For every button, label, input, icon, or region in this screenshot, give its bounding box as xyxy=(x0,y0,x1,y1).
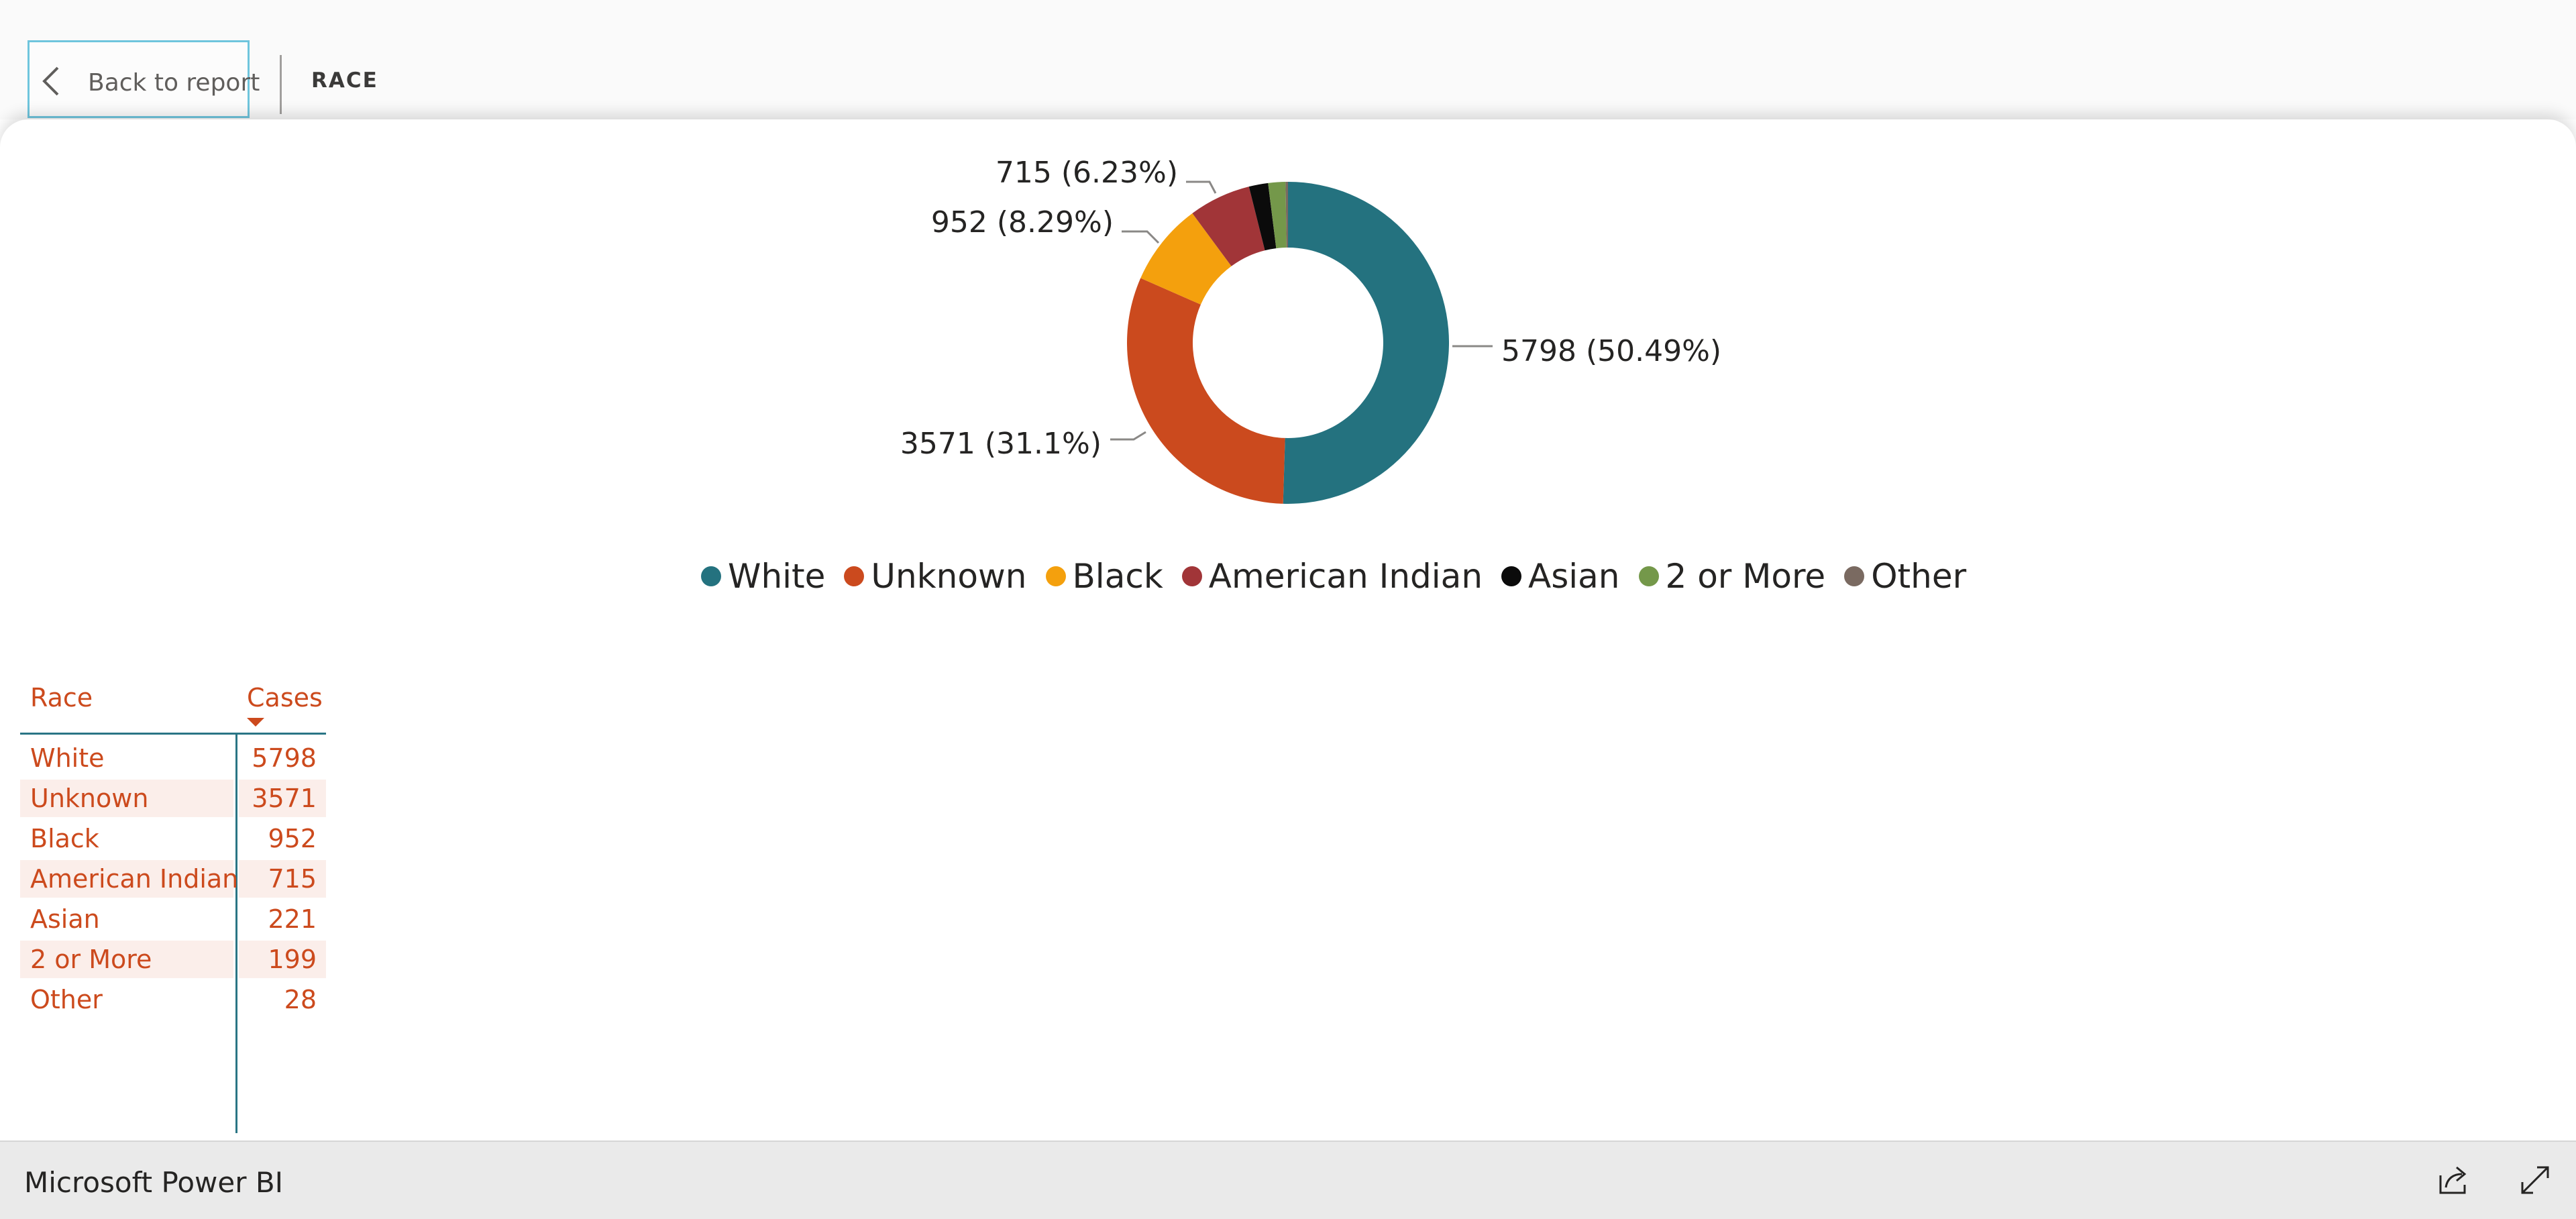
cell-cases: 28 xyxy=(284,985,317,1014)
cell-race: 2 or More xyxy=(30,945,152,974)
column-header-cases[interactable]: Cases xyxy=(247,683,323,712)
data-label-unknown: 3571 (31.1%) xyxy=(900,427,1102,461)
legend-item-asian[interactable]: Asian xyxy=(1501,557,1620,596)
power-bi-brand: Microsoft Power BI xyxy=(24,1166,284,1199)
data-label-american-indian: 715 (6.23%) xyxy=(996,156,1178,190)
donut-slice-unknown[interactable] xyxy=(1126,278,1285,504)
donut-slice-white[interactable] xyxy=(1283,182,1450,504)
legend-item-black[interactable]: Black xyxy=(1045,557,1163,596)
cell-race: American Indian xyxy=(30,864,239,894)
chart-legend: White Unknown Black American Indian Asian 2 o… xyxy=(701,557,1985,596)
legend-label: Unknown xyxy=(871,557,1027,596)
table-row[interactable]: Asian 221 xyxy=(20,900,326,941)
cell-cases: 5798 xyxy=(252,743,317,773)
cell-cases: 199 xyxy=(268,945,317,974)
table-row[interactable]: Unknown 3571 xyxy=(20,780,326,820)
legend-label: White xyxy=(728,557,826,596)
legend-marker xyxy=(1501,566,1522,586)
table-row[interactable]: American Indian 715 xyxy=(20,860,326,900)
column-header-race[interactable]: Race xyxy=(30,683,93,712)
footer-bar: Microsoft Power BI xyxy=(0,1141,2576,1219)
legend-item-american-indian[interactable]: American Indian xyxy=(1181,557,1483,596)
legend-marker xyxy=(1638,566,1659,586)
cell-race: Asian xyxy=(30,904,100,934)
legend-item-white[interactable]: White xyxy=(701,557,825,596)
table-row[interactable]: Black 952 xyxy=(20,820,326,860)
cell-race: Other xyxy=(30,985,103,1014)
header-underline xyxy=(20,733,326,735)
cell-race: Unknown xyxy=(30,784,149,813)
legend-marker xyxy=(1844,566,1865,586)
cell-race: Black xyxy=(30,824,99,853)
sort-descending-icon xyxy=(247,718,264,727)
legend-item-unknown[interactable]: Unknown xyxy=(844,557,1027,596)
legend-item-2-or-more[interactable]: 2 or More xyxy=(1638,557,1826,596)
page-title: RACE xyxy=(311,68,378,93)
share-icon[interactable] xyxy=(2435,1162,2471,1198)
back-to-report-button[interactable]: Back to report xyxy=(28,40,260,118)
legend-label: Black xyxy=(1072,557,1163,596)
cell-cases: 952 xyxy=(268,824,317,853)
legend-label: 2 or More xyxy=(1665,557,1826,596)
legend-marker xyxy=(1181,566,1202,586)
donut-chart: 5798 (50.49%) 3571 (31.1%) 952 (8.29%) 715 … xyxy=(900,156,1721,504)
back-to-report-label: Back to report xyxy=(88,69,260,97)
cell-race: White xyxy=(30,743,105,773)
table-row[interactable]: Other 28 xyxy=(20,981,326,1021)
cell-cases: 715 xyxy=(268,864,317,894)
legend-label: Asian xyxy=(1528,557,1620,596)
cell-cases: 3571 xyxy=(252,784,317,813)
leader-line-black xyxy=(1122,230,1160,244)
legend-marker xyxy=(1045,566,1066,586)
table-body: White 5798 Unknown 3571 Black 952 American Ind… xyxy=(20,739,326,1021)
header-divider xyxy=(280,55,282,114)
leader-line-american-indian xyxy=(1186,180,1217,194)
legend-label: Other xyxy=(1871,557,1967,596)
legend-marker xyxy=(701,566,721,586)
cell-cases: 221 xyxy=(268,904,317,934)
legend-label: American Indian xyxy=(1208,557,1483,596)
legend-marker xyxy=(844,566,865,586)
data-label-black: 952 (8.29%) xyxy=(931,205,1114,240)
data-label-white: 5798 (50.49%) xyxy=(1501,334,1721,368)
table-row[interactable]: White 5798 xyxy=(20,739,326,780)
top-bar: Back to report RACE xyxy=(0,0,2576,119)
chevron-left-icon xyxy=(42,66,59,96)
legend-item-other[interactable]: Other xyxy=(1844,557,1966,596)
leader-line-unknown xyxy=(1110,431,1146,441)
visual-card: 5798 (50.49%) 3571 (31.1%) 952 (8.29%) 715 … xyxy=(0,119,2576,1141)
table-row[interactable]: 2 or More 199 xyxy=(20,941,326,981)
fullscreen-icon[interactable] xyxy=(2517,1162,2553,1198)
